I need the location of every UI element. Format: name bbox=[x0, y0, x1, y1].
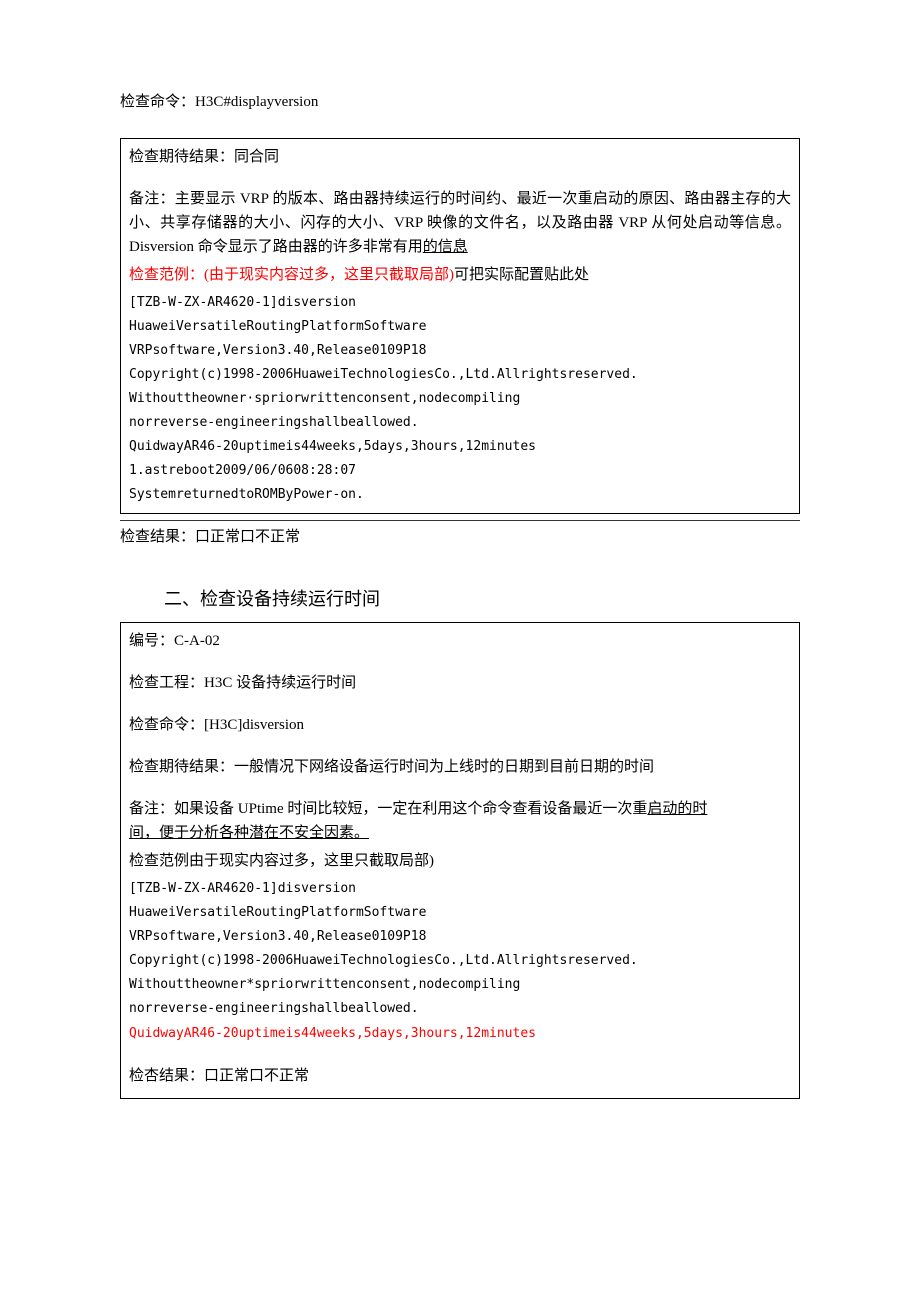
id-label: 编号： bbox=[129, 633, 174, 649]
example-label-red: 检查范例：(由于现实内容过多，这里只截取局部) bbox=[129, 267, 454, 283]
terminal-line: HuaweiVersatileRoutingPlatformSoftware bbox=[129, 901, 791, 925]
example-suffix: 可把实际配置贴此处 bbox=[454, 267, 589, 283]
command-value: [H3C]disversion bbox=[204, 717, 304, 733]
note-row-2: 备注：如果设备 UPtime 时间比较短，一定在利用这个命令查看设备最近一次重启… bbox=[129, 797, 791, 845]
result-options-2: 口正常口不正常 bbox=[204, 1068, 309, 1084]
result-options: 口正常口不正常 bbox=[195, 529, 300, 545]
terminal-line: norreverse-engineeringshallbeallowed. bbox=[129, 411, 791, 435]
terminal-line: Copyright(c)1998-2006HuaweiTechnologiesC… bbox=[129, 949, 791, 973]
terminal-line: QuidwayAR46-20uptimeis44weeks,5days,3hou… bbox=[129, 435, 791, 459]
expected-label-2: 检查期待结果： bbox=[129, 759, 234, 775]
divider bbox=[120, 520, 800, 521]
terminal-line: VRPsoftware,Version3.40,Release0109P18 bbox=[129, 925, 791, 949]
id-row: 编号：C-A-02 bbox=[129, 629, 791, 653]
check-command-value: H3C#displayversion bbox=[195, 94, 318, 110]
terminal-line: Copyright(c)1998-2006HuaweiTechnologiesC… bbox=[129, 363, 791, 387]
project-value: H3C 设备持续运行时间 bbox=[204, 675, 356, 691]
terminal-line: Withouttheowner*spriorwrittenconsent,nod… bbox=[129, 973, 791, 997]
check-command-label: 检查命令： bbox=[120, 94, 195, 110]
expected-row-2: 检查期待结果：一般情况下网络设备运行时间为上线时的日期到目前日期的时间 bbox=[129, 755, 791, 779]
example-label-row-2: 检查范例由于现实内容过多，这里只截取局部) bbox=[129, 849, 791, 873]
section2-heading: 二、检查设备持续运行时间 bbox=[164, 585, 800, 614]
terminal-line: 1.astreboot2009/06/0608:28:07 bbox=[129, 459, 791, 483]
section2-box: 编号：C-A-02 检查工程：H3C 设备持续运行时间 检查命令：[H3C]di… bbox=[120, 622, 800, 1098]
note-underlined-2: 间，便于分析各种潜在不安全因素。 bbox=[129, 825, 369, 841]
example-label-row: 检查范例：(由于现实内容过多，这里只截取局部)可把实际配置贴此处 bbox=[129, 263, 791, 287]
terminal-line: VRPsoftware,Version3.40,Release0109P18 bbox=[129, 339, 791, 363]
expected-label: 检查期待结果： bbox=[129, 149, 234, 165]
terminal-line-red: QuidwayΑR46-20uptimeis44weeks,5days,3hou… bbox=[129, 1022, 791, 1046]
example-label-2: 检查范例由于现实内容过多，这里只截取局部) bbox=[129, 853, 434, 869]
terminal-line: Withouttheowner·spriorwrittenconsent,nod… bbox=[129, 387, 791, 411]
result-line-1: 检查结果：口正常口不正常 bbox=[120, 525, 800, 549]
note-label: 备注： bbox=[129, 191, 175, 207]
command-row: 检查命令：[H3C]disversion bbox=[129, 713, 791, 737]
expected-result-row: 检查期待结果：同合同 bbox=[129, 145, 791, 169]
terminal-line: HuaweiVersatileRoutingPlatformSoftware bbox=[129, 315, 791, 339]
terminal-line: norreverse-engineeringshallbeallowed. bbox=[129, 997, 791, 1021]
terminal-line: [TZB-W-ZX-ΑR4620-1]disversion bbox=[129, 877, 791, 901]
command-label: 检查命令： bbox=[129, 717, 204, 733]
result-label-2: 检杏结果： bbox=[129, 1068, 204, 1084]
project-row: 检查工程：H3C 设备持续运行时间 bbox=[129, 671, 791, 695]
check-command-line: 检查命令：H3C#displayversion bbox=[120, 90, 800, 114]
note-row: 备注：主要显示 VRP 的版本、路由器持续运行的时间约、最近一次重启动的原因、路… bbox=[129, 187, 791, 259]
note-text-2-part1: 如果设备 UPtime 时间比较短，一定在利用这个命令查看设备最近一次重 bbox=[174, 801, 647, 817]
terminal-output-1: [TZB-W-ZX-AR4620-1]disversion HuaweiVers… bbox=[129, 291, 791, 507]
project-label: 检查工程： bbox=[129, 675, 204, 691]
terminal-line: [TZB-W-ZX-AR4620-1]disversion bbox=[129, 291, 791, 315]
result-line-2: 检杏结果：口正常口不正常 bbox=[129, 1064, 791, 1088]
note-underlined-1: 启动的时 bbox=[647, 801, 707, 817]
expected-value: 同合同 bbox=[234, 149, 279, 165]
expected-value-2: 一般情况下网络设备运行时间为上线时的日期到目前日期的时间 bbox=[234, 759, 654, 775]
terminal-output-2: [TZB-W-ZX-ΑR4620-1]disversion HuaweiVers… bbox=[129, 877, 791, 1045]
result-label: 检查结果： bbox=[120, 529, 195, 545]
terminal-line: SystemreturnedtoROMByPower-on. bbox=[129, 483, 791, 507]
section1-box: 检查期待结果：同合同 备注：主要显示 VRP 的版本、路由器持续运行的时间约、最… bbox=[120, 138, 800, 514]
note-label-2: 备注： bbox=[129, 801, 174, 817]
note-text-underlined: 的信息 bbox=[423, 239, 468, 255]
id-value: C-A-02 bbox=[174, 633, 220, 649]
